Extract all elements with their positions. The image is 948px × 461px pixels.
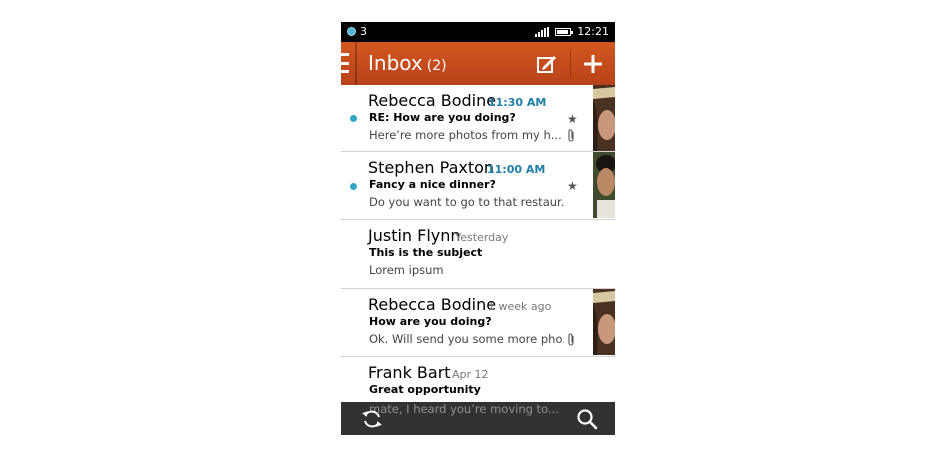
message-row[interactable]: Justin Flynn Yesterday This is the subje… xyxy=(341,220,615,289)
message-subject: How are you doing? xyxy=(369,315,492,328)
status-time: 12:21 xyxy=(577,25,609,38)
star-icon[interactable]: ★ xyxy=(567,112,578,126)
contact-avatar xyxy=(593,289,615,355)
message-list: Rebecca Bodine 11:30 AM RE: How are you … xyxy=(341,85,615,402)
message-row[interactable]: Rebecca Bodine 11:30 AM RE: How are you … xyxy=(341,85,615,152)
notification-count: 3 xyxy=(360,25,367,38)
message-row[interactable]: Rebecca Bodine 1 week ago How are you do… xyxy=(341,289,615,357)
unread-indicator-icon xyxy=(350,183,357,190)
inbox-title-text: Inbox xyxy=(368,51,423,75)
message-subject: This is the subject xyxy=(369,246,483,259)
inbox-header: Inbox (2) xyxy=(341,42,615,85)
message-time: Apr 12 xyxy=(452,368,489,381)
attachment-icon xyxy=(568,333,574,346)
message-subject: Great opportunity xyxy=(369,383,481,396)
refresh-icon xyxy=(362,410,382,428)
add-icon xyxy=(584,55,602,73)
message-sender: Stephen Paxton xyxy=(368,158,495,177)
message-row[interactable]: Stephen Paxton 11:00 AM Fancy a nice din… xyxy=(341,152,615,220)
notification-icon xyxy=(347,27,356,36)
menu-icon[interactable] xyxy=(341,53,349,73)
message-subject: Fancy a nice dinner? xyxy=(369,178,496,191)
message-time: Yesterday xyxy=(455,231,509,244)
star-icon[interactable]: ★ xyxy=(567,179,578,193)
phone-screen: 3 12:21 Inbox (2) Rebecca Bodine 11:30 A… xyxy=(341,22,615,435)
status-bar: 3 12:21 xyxy=(341,22,615,42)
compose-icon xyxy=(537,56,556,73)
message-preview: Here’re more photos from my h... xyxy=(369,128,562,142)
message-sender: Rebecca Bodine xyxy=(368,91,497,110)
message-sender: Rebecca Bodine xyxy=(368,295,497,314)
message-subject: RE: How are you doing? xyxy=(369,111,516,124)
message-sender: Justin Flynn xyxy=(368,226,461,245)
message-preview: Lorem ipsum xyxy=(369,263,444,277)
unread-count: (2) xyxy=(426,58,447,74)
header-divider xyxy=(570,50,571,77)
message-time: 1 week ago xyxy=(488,300,552,313)
attachment-icon xyxy=(568,129,574,142)
unread-indicator-icon xyxy=(350,115,357,122)
message-row[interactable]: Frank Bart Apr 12 Great opportunity xyxy=(341,357,615,402)
message-preview: Ok. Will send you some more pho... xyxy=(369,332,564,346)
compose-button[interactable] xyxy=(535,52,559,76)
add-button[interactable] xyxy=(581,52,605,76)
message-time: 11:00 AM xyxy=(487,163,546,176)
message-sender: Frank Bart xyxy=(368,363,451,382)
search-icon xyxy=(577,409,598,430)
search-button[interactable] xyxy=(575,407,599,431)
message-time: 11:30 AM xyxy=(488,96,547,109)
page-title: Inbox (2) xyxy=(368,51,447,75)
signal-icon xyxy=(535,26,550,37)
refresh-button[interactable] xyxy=(360,407,384,431)
contact-avatar xyxy=(593,85,615,151)
menu-divider xyxy=(355,42,357,85)
battery-icon xyxy=(555,27,574,36)
bottom-toolbar: mate, I heard you’re moving to... xyxy=(341,402,615,435)
message-preview: Do you want to go to that restaur... xyxy=(369,195,564,209)
contact-avatar xyxy=(593,152,615,218)
message-preview: mate, I heard you’re moving to... xyxy=(369,402,559,416)
